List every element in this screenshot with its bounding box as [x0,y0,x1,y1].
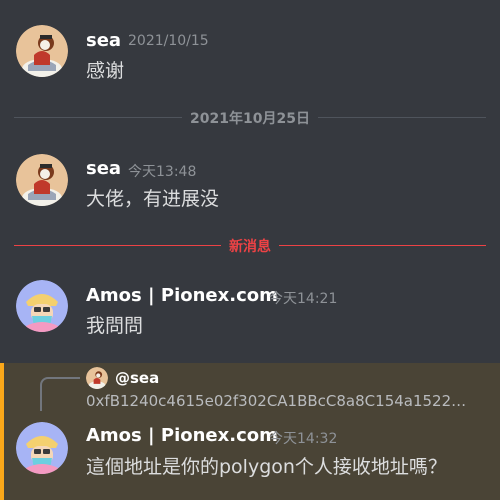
message-timestamp: 2021/10/15 [128,33,209,49]
username[interactable]: sea [86,158,121,179]
message-timestamp: 今天13:48 [128,164,197,180]
amos-avatar-icon[interactable] [16,280,68,332]
sea-avatar-icon[interactable] [86,367,108,389]
reply-mention[interactable]: @sea [115,369,159,387]
message-sea-1: sea 2021/10/15 感谢 [0,22,500,82]
reply-spine [40,377,80,411]
chat-message-list: sea 2021/10/15 感谢 2021年10月25日 sea 今天13:4… [0,0,500,500]
message-amos-2: Amos | Pionex.com 今天14:32 這個地址是你的polygon… [0,420,500,490]
sea-avatar-icon[interactable] [16,154,68,206]
message-timestamp: 今天14:32 [269,431,338,447]
username[interactable]: Amos | Pionex.com [86,425,278,446]
new-messages-divider: 新消息 [14,236,486,256]
amos-avatar-icon[interactable] [16,422,68,474]
message-amos-1: Amos | Pionex.com 今天14:21 我問問 [0,278,500,338]
message-text: 我問問 [86,315,144,337]
message-text: 大佬，有进展没 [86,188,220,210]
message-timestamp: 今天14:21 [269,291,338,307]
message-text: 這個地址是你的polygon个人接收地址嗎？ [86,456,447,478]
date-divider-label: 2021年10月25日 [182,111,318,127]
message-text: 感谢 [86,60,125,82]
date-divider: 2021年10月25日 [14,108,486,128]
new-messages-label: 新消息 [221,239,279,255]
username[interactable]: Amos | Pionex.com [86,285,278,306]
sea-avatar-icon[interactable] [16,25,68,77]
username[interactable]: sea [86,30,121,51]
message-sea-2: sea 今天13:48 大佬，有进展没 [0,152,500,212]
reply-preview[interactable]: 0xfB1240c4615e02f302CA1BBcC8a8C154a1522… [86,392,486,410]
